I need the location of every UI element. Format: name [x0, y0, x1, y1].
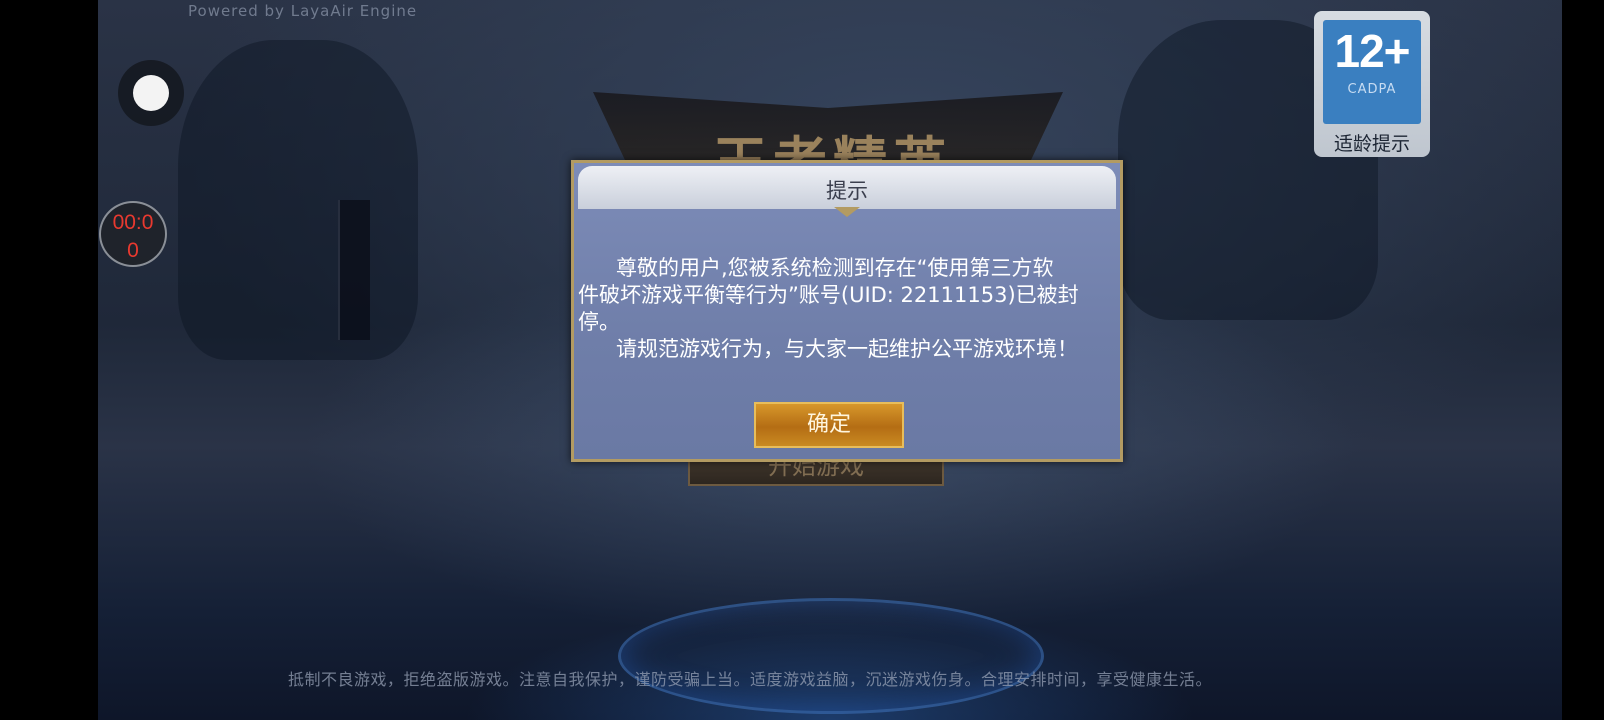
age-rating-badge[interactable]: 12+ CADPA 适龄提示	[1314, 11, 1430, 157]
message-line: 停。	[578, 310, 620, 334]
age-rating-number: 12+	[1334, 25, 1410, 77]
timer-text-line2: 0	[127, 239, 139, 262]
recording-timer[interactable]: 00:0 0	[99, 201, 167, 267]
age-rating-icon: 12+ CADPA	[1323, 20, 1421, 124]
health-notice: 抵制不良游戏，拒绝盗版游戏。注意自我保护，谨防受骗上当。适度游戏益脑，沉迷游戏伤…	[288, 670, 1213, 689]
background-wind-chime	[338, 200, 370, 340]
message-line: 件破坏游戏平衡等行为”账号(UID: 22111153)已被封	[578, 283, 1079, 307]
background-tree	[178, 40, 418, 360]
message-line: 请规范游戏行为，与大家一起维护公平游戏环境！	[616, 337, 1078, 361]
stage-platform	[618, 598, 1044, 714]
dialog-title: 提示	[826, 179, 868, 203]
message-line: 尊敬的用户,您被系统检测到存在“使用第三方软	[616, 256, 1054, 280]
age-rating-org: CADPA	[1347, 82, 1397, 97]
assistive-dot-icon	[133, 75, 169, 111]
timer-text-line1: 00:0	[112, 211, 154, 234]
age-rating-label: 适龄提示	[1333, 133, 1410, 155]
engine-credit: Powered by LayaAir Engine	[188, 2, 418, 20]
dialog-ornament-icon	[834, 207, 860, 217]
confirm-button[interactable]: 确定	[754, 402, 904, 448]
floating-assistive-button[interactable]	[118, 60, 184, 126]
dialog-message: 尊敬的用户,您被系统检测到存在“使用第三方软 件破坏游戏平衡等行为”账号(UID…	[578, 255, 1118, 363]
dialog-header: 提示	[578, 166, 1116, 209]
ban-notice-dialog: 提示 尊敬的用户,您被系统检测到存在“使用第三方软 件破坏游戏平衡等行为”账号(…	[571, 160, 1123, 462]
